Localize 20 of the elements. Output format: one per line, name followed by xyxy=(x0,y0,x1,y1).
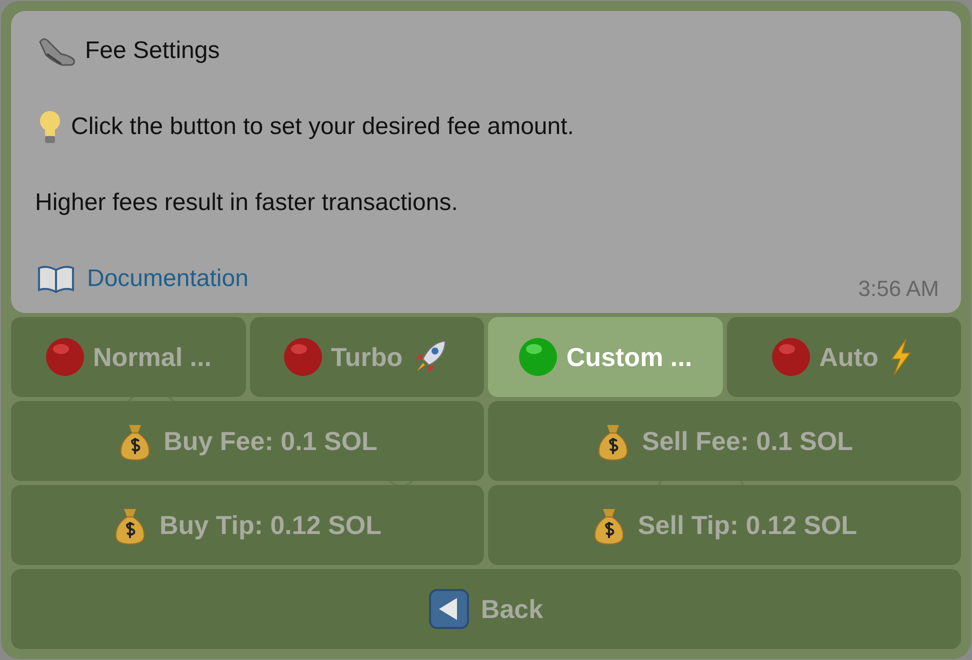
message-title: Fee Settings xyxy=(85,36,220,66)
amount-button[interactable]: Buy Tip: 0.12 SOL xyxy=(11,485,484,565)
amount-button[interactable]: Sell Fee: 0.1 SOL xyxy=(488,401,961,481)
status-dot xyxy=(45,337,85,377)
fee-mode-button[interactable]: Turbo xyxy=(250,317,484,397)
amount-button[interactable]: Sell Tip: 0.12 SOL xyxy=(488,485,961,565)
instruction-text: Click the button to set your desired fee amount. xyxy=(71,112,574,142)
open-book-icon xyxy=(37,264,75,294)
status-dot xyxy=(282,337,323,377)
fee-mode-button[interactable]: Normal ... xyxy=(11,317,246,397)
fee-mode-button[interactable]: Custom ... xyxy=(488,317,722,397)
status-dot xyxy=(771,337,812,377)
lightbulb-icon xyxy=(37,109,63,145)
fee-mode-button[interactable]: Auto xyxy=(726,317,961,397)
status-dot xyxy=(518,337,558,377)
message-time: 3:56 AM xyxy=(858,275,939,303)
fee-note-text: Higher fees result in faster transactions. xyxy=(35,188,459,218)
amount-button[interactable]: Buy Fee: 0.1 SOL xyxy=(11,401,484,481)
back-button[interactable]: Back xyxy=(11,569,961,649)
documentation-link[interactable]: Documentation xyxy=(87,261,248,297)
